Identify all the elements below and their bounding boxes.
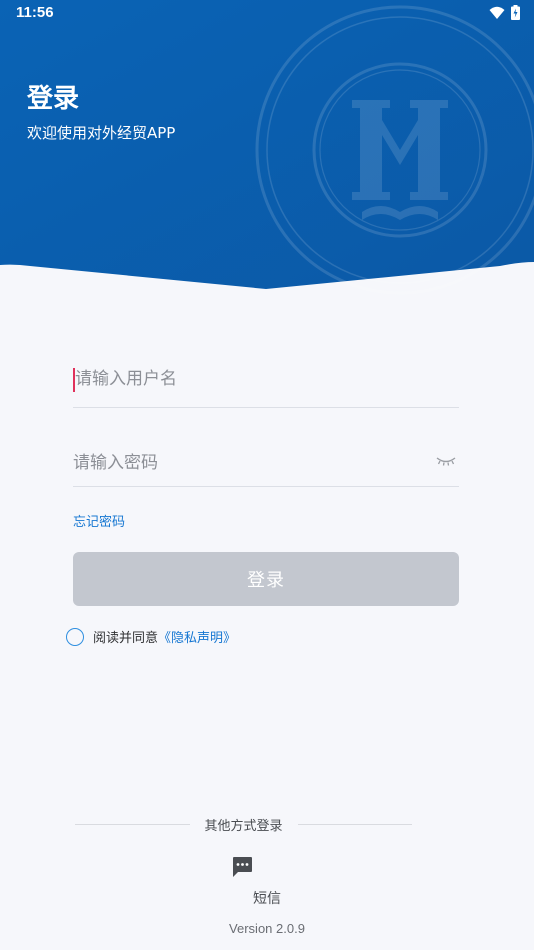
username-input[interactable]	[73, 362, 459, 396]
other-login-label: 其他方式登录	[204, 818, 283, 834]
agree-radio[interactable]	[66, 627, 84, 646]
sms-login-label[interactable]: 短信	[0, 888, 534, 908]
privacy-policy-link[interactable]: 《隐私声明》	[158, 627, 236, 646]
page-title: 登录	[27, 84, 80, 114]
login-button[interactable]: 登录	[73, 552, 459, 606]
divider-left	[75, 823, 190, 825]
divider-right	[297, 823, 413, 825]
password-input[interactable]	[73, 446, 459, 480]
battery-icon	[511, 5, 520, 20]
wifi-icon	[489, 6, 505, 19]
sms-icon[interactable]	[231, 856, 253, 878]
eye-closed-icon[interactable]	[436, 455, 456, 467]
other-login-divider: 其他方式登录	[75, 814, 413, 834]
privacy-agreement: 阅读并同意 《隐私声明》	[66, 627, 236, 646]
status-time: 11:56	[16, 4, 54, 21]
version-label: Version 2.0.9	[229, 921, 305, 936]
status-bar: 11:56	[0, 0, 534, 30]
header-banner: 11:56 登录 欢迎使用对外经贸APP	[0, 0, 534, 300]
password-field[interactable]	[73, 446, 459, 487]
page-subtitle: 欢迎使用对外经贸APP	[27, 124, 176, 142]
username-field[interactable]	[73, 362, 459, 408]
agree-text: 阅读并同意	[93, 631, 159, 646]
login-screen: 11:56 登录 欢迎使用对外经贸APP 请输入用户名 忘记密码 登录 阅读并同…	[0, 0, 534, 950]
forgot-password-link[interactable]: 忘记密码	[73, 511, 125, 530]
header-background	[0, 0, 534, 295]
status-icons	[489, 5, 520, 20]
text-cursor	[73, 368, 75, 392]
